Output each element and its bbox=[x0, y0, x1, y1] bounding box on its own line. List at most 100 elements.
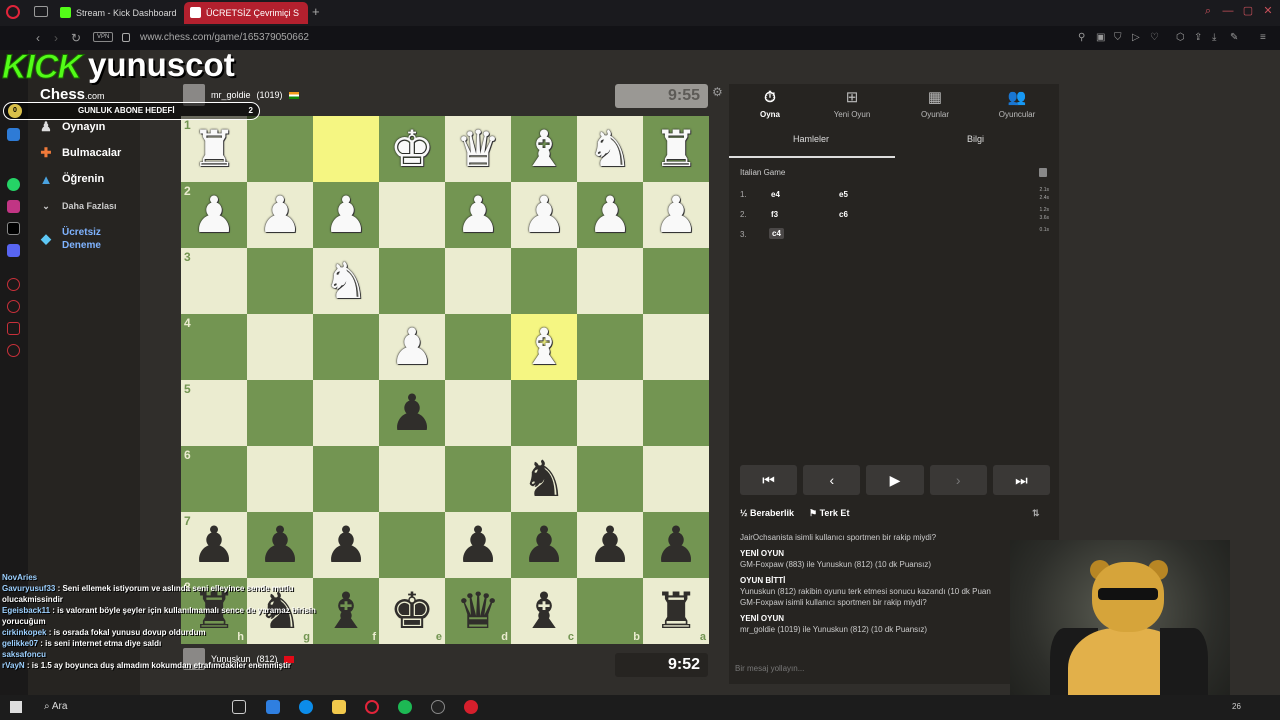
board-square[interactable] bbox=[445, 446, 511, 512]
board-square[interactable]: ♟ bbox=[577, 182, 643, 248]
file-explorer-icon[interactable] bbox=[332, 700, 346, 714]
menu-icon[interactable]: ≡ bbox=[1260, 32, 1266, 43]
board-square[interactable] bbox=[247, 446, 313, 512]
board-square[interactable]: ♟ bbox=[643, 182, 709, 248]
board-square[interactable]: c ♝ bbox=[511, 578, 577, 644]
black-pawn-icon[interactable]: ♟ bbox=[522, 512, 567, 578]
board-square[interactable]: ♛ bbox=[445, 116, 511, 182]
board-square[interactable]: ♞ bbox=[577, 116, 643, 182]
prev-move-button[interactable]: ‹ bbox=[803, 465, 861, 495]
board-square[interactable] bbox=[313, 314, 379, 380]
white-pawn-icon[interactable]: ♟ bbox=[324, 182, 369, 248]
white-pawn-icon[interactable]: ♟ bbox=[456, 182, 501, 248]
edge-icon[interactable] bbox=[299, 700, 313, 714]
board-square[interactable]: 1 ♜ bbox=[181, 116, 247, 182]
board-square[interactable]: ♟ bbox=[445, 182, 511, 248]
vpn-badge[interactable]: VPN bbox=[93, 32, 114, 42]
white-pawn-icon[interactable]: ♟ bbox=[522, 182, 567, 248]
white-move[interactable]: c4 bbox=[769, 228, 784, 239]
white-move[interactable]: e4 bbox=[771, 190, 780, 199]
chat-username[interactable]: Egeisback11 bbox=[2, 606, 50, 615]
board-square[interactable]: 6 bbox=[181, 446, 247, 512]
black-pawn-icon[interactable]: ♟ bbox=[588, 512, 633, 578]
board-square[interactable]: a ♜ bbox=[643, 578, 709, 644]
board-square[interactable]: ♟ bbox=[511, 512, 577, 578]
snapshot-icon[interactable]: ▣ bbox=[1096, 32, 1105, 43]
chat-username[interactable]: rVayN bbox=[2, 661, 25, 670]
board-square[interactable] bbox=[577, 248, 643, 314]
nav-more[interactable]: ⌄ Daha Fazlası bbox=[38, 196, 138, 216]
board-square[interactable]: ♟ bbox=[313, 512, 379, 578]
subtab-info[interactable]: Bilgi bbox=[967, 134, 984, 144]
board-square[interactable]: 4 bbox=[181, 314, 247, 380]
opening-name[interactable]: Italian Game bbox=[740, 168, 785, 177]
extensions-icon[interactable]: ⬡ bbox=[1176, 32, 1185, 43]
black-bishop-icon[interactable]: ♝ bbox=[522, 578, 567, 644]
white-pawn-icon[interactable]: ♟ bbox=[258, 182, 303, 248]
chat-username[interactable]: cirkinkopek bbox=[2, 628, 46, 637]
chat-username[interactable]: gelikke07 bbox=[2, 639, 38, 648]
reload-icon[interactable]: ↻ bbox=[71, 31, 81, 45]
close-icon[interactable]: ✕ bbox=[1262, 5, 1274, 17]
chat-username[interactable]: Gavuryusuf33 bbox=[2, 584, 55, 593]
x-icon[interactable] bbox=[7, 222, 20, 235]
board-square[interactable] bbox=[643, 248, 709, 314]
board-square[interactable]: 7 ♟ bbox=[181, 512, 247, 578]
board-square[interactable] bbox=[445, 314, 511, 380]
chat-username[interactable]: saksafoncu bbox=[2, 650, 46, 659]
play-icon[interactable]: ▷ bbox=[1132, 32, 1140, 43]
board-square[interactable] bbox=[247, 248, 313, 314]
play-button[interactable]: ▶ bbox=[866, 465, 924, 495]
board-square[interactable] bbox=[643, 380, 709, 446]
tab-islands-icon[interactable] bbox=[34, 6, 48, 17]
ai-icon[interactable]: ✎ bbox=[1230, 32, 1238, 43]
tab-play[interactable]: ⏱ Oyna bbox=[735, 88, 805, 119]
board-square[interactable] bbox=[445, 248, 511, 314]
board-square[interactable] bbox=[379, 248, 445, 314]
black-queen-icon[interactable]: ♛ bbox=[456, 578, 501, 644]
board-square[interactable]: 5 bbox=[181, 380, 247, 446]
black-pawn-icon[interactable]: ♟ bbox=[324, 512, 369, 578]
whatsapp-icon[interactable] bbox=[7, 178, 20, 191]
first-move-button[interactable]: ⏮ bbox=[740, 465, 798, 495]
next-move-button[interactable]: › bbox=[929, 465, 987, 495]
chess-logo[interactable]: Chess.com bbox=[40, 86, 105, 103]
board-settings-icon[interactable]: ⚙ bbox=[712, 85, 723, 99]
chat-username[interactable]: NovAries bbox=[2, 573, 37, 582]
maximize-icon[interactable]: ▢ bbox=[1242, 5, 1254, 17]
windows-start-icon[interactable] bbox=[10, 701, 22, 713]
white-rook-icon[interactable]: ♜ bbox=[654, 116, 699, 182]
spotify-icon[interactable] bbox=[398, 700, 412, 714]
board-square[interactable]: ♟ bbox=[247, 182, 313, 248]
photos-icon[interactable] bbox=[266, 700, 280, 714]
task-view-icon[interactable] bbox=[232, 700, 246, 714]
black-move[interactable]: c6 bbox=[839, 210, 848, 219]
forward-icon[interactable]: › bbox=[54, 31, 58, 45]
back-icon[interactable]: ‹ bbox=[36, 31, 40, 45]
board-square[interactable]: ♟ bbox=[577, 512, 643, 578]
white-knight-icon[interactable]: ♞ bbox=[324, 248, 369, 314]
white-king-icon[interactable]: ♚ bbox=[390, 116, 435, 182]
messenger-icon[interactable] bbox=[7, 128, 20, 141]
black-pawn-icon[interactable]: ♟ bbox=[390, 380, 435, 446]
url-field[interactable]: www.chess.com/game/165379050662 bbox=[140, 32, 309, 43]
nav-puzzles[interactable]: ✚ Bulmacalar bbox=[38, 143, 138, 163]
board-square[interactable] bbox=[379, 512, 445, 578]
board-square[interactable]: ♟ bbox=[313, 182, 379, 248]
pin-icon[interactable]: ⚲ bbox=[1078, 32, 1085, 43]
black-move[interactable]: e5 bbox=[839, 190, 848, 199]
draw-button[interactable]: ½ Beraberlik bbox=[740, 508, 794, 518]
tab-kick-dashboard[interactable]: Stream - Kick Dashboard bbox=[54, 2, 180, 24]
tab-games[interactable]: ▦ Oyunlar bbox=[900, 88, 970, 119]
black-pawn-icon[interactable]: ♟ bbox=[192, 512, 237, 578]
board-square[interactable] bbox=[379, 446, 445, 512]
white-bishop-icon[interactable]: ♝ bbox=[522, 314, 567, 380]
black-knight-icon[interactable]: ♞ bbox=[522, 446, 567, 512]
board-square[interactable]: ♟ bbox=[379, 314, 445, 380]
instagram-icon[interactable] bbox=[7, 200, 20, 213]
player-icon[interactable] bbox=[7, 278, 20, 291]
board-square[interactable] bbox=[577, 314, 643, 380]
trash-icon[interactable] bbox=[1039, 168, 1047, 177]
white-move[interactable]: f3 bbox=[771, 210, 778, 219]
board-square[interactable] bbox=[511, 248, 577, 314]
